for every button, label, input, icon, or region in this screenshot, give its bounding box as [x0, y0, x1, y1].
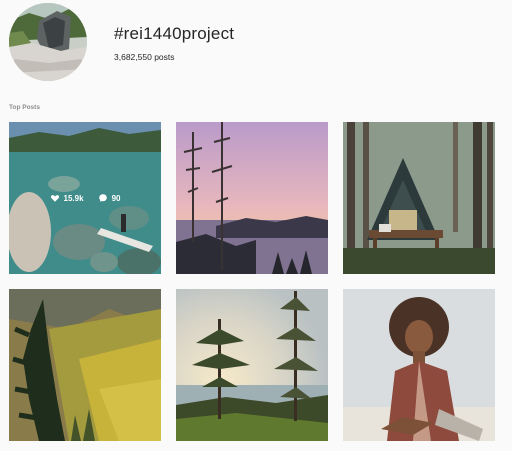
- post-tile[interactable]: [9, 289, 161, 441]
- avatar-image: [9, 3, 87, 81]
- hashtag-title: #rei1440project: [114, 24, 235, 43]
- top-posts-label: Top Posts: [9, 104, 40, 111]
- likes-count: 15.9k: [63, 193, 84, 203]
- hashtag-header: #rei1440project 3,682,550 posts: [9, 3, 503, 83]
- post-image-sunlit-pines: [176, 289, 328, 441]
- post-image-a-frame-cabin: [343, 122, 495, 274]
- post-count-label: posts: [154, 52, 175, 62]
- comments-count: 90: [111, 193, 121, 203]
- post-count: 3,682,550 posts: [114, 52, 175, 62]
- post-image-sunset-lake: [176, 122, 328, 274]
- post-stats-overlay: 15.9k 90: [9, 122, 161, 274]
- post-tile[interactable]: 15.9k 90: [9, 122, 161, 274]
- likes-stat: 15.9k: [50, 193, 84, 203]
- post-tile[interactable]: [176, 122, 328, 274]
- post-tile[interactable]: [343, 289, 495, 441]
- post-tile[interactable]: [176, 289, 328, 441]
- post-count-value: 3,682,550: [114, 52, 152, 62]
- comment-icon: [98, 194, 107, 202]
- hashtag-avatar: [9, 3, 87, 81]
- heart-icon: [50, 195, 59, 202]
- post-image-portrait: [343, 289, 495, 441]
- comments-stat: 90: [98, 193, 121, 203]
- post-tile[interactable]: [343, 122, 495, 274]
- post-image-mountain-valley: [9, 289, 161, 441]
